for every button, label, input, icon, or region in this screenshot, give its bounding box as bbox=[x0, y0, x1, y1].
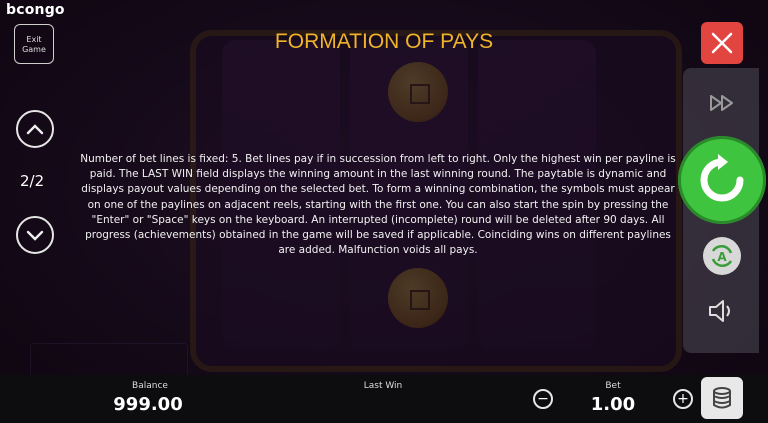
refresh-icon bbox=[700, 154, 744, 202]
balance-value: 999.00 bbox=[113, 394, 183, 415]
spin-button[interactable] bbox=[678, 136, 766, 224]
autoplay-letter: A bbox=[717, 250, 727, 264]
balance-label: Balance bbox=[132, 381, 168, 391]
close-x-icon bbox=[711, 32, 733, 54]
last-win-label: Last Win bbox=[363, 381, 403, 391]
speaker-icon bbox=[709, 300, 730, 322]
turbo-button[interactable] bbox=[703, 84, 741, 122]
page-down-button[interactable] bbox=[16, 216, 54, 254]
bet-settings-button[interactable] bbox=[701, 377, 743, 419]
increase-bet-button[interactable]: + bbox=[673, 389, 693, 409]
bet-value: 1.00 bbox=[590, 394, 636, 415]
decrease-bet-button[interactable]: − bbox=[533, 389, 553, 409]
help-title: FORMATION OF PAYS bbox=[274, 30, 494, 53]
autoplay-icon: A bbox=[711, 244, 733, 268]
close-button[interactable] bbox=[701, 22, 743, 64]
fast-forward-icon bbox=[710, 95, 733, 111]
coin-stack-icon bbox=[713, 387, 731, 409]
page-indicator: 2/2 bbox=[20, 172, 45, 190]
sound-button[interactable] bbox=[703, 292, 741, 330]
help-text: Number of bet lines is fixed: 5. Bet lin… bbox=[80, 153, 676, 257]
chevron-up-icon bbox=[26, 124, 44, 135]
bet-label: Bet bbox=[605, 381, 621, 391]
page-up-button[interactable] bbox=[16, 110, 54, 148]
brand-logo: bcongo bbox=[6, 2, 65, 18]
chevron-down-icon bbox=[26, 230, 44, 241]
autoplay-button[interactable]: A bbox=[703, 237, 741, 275]
